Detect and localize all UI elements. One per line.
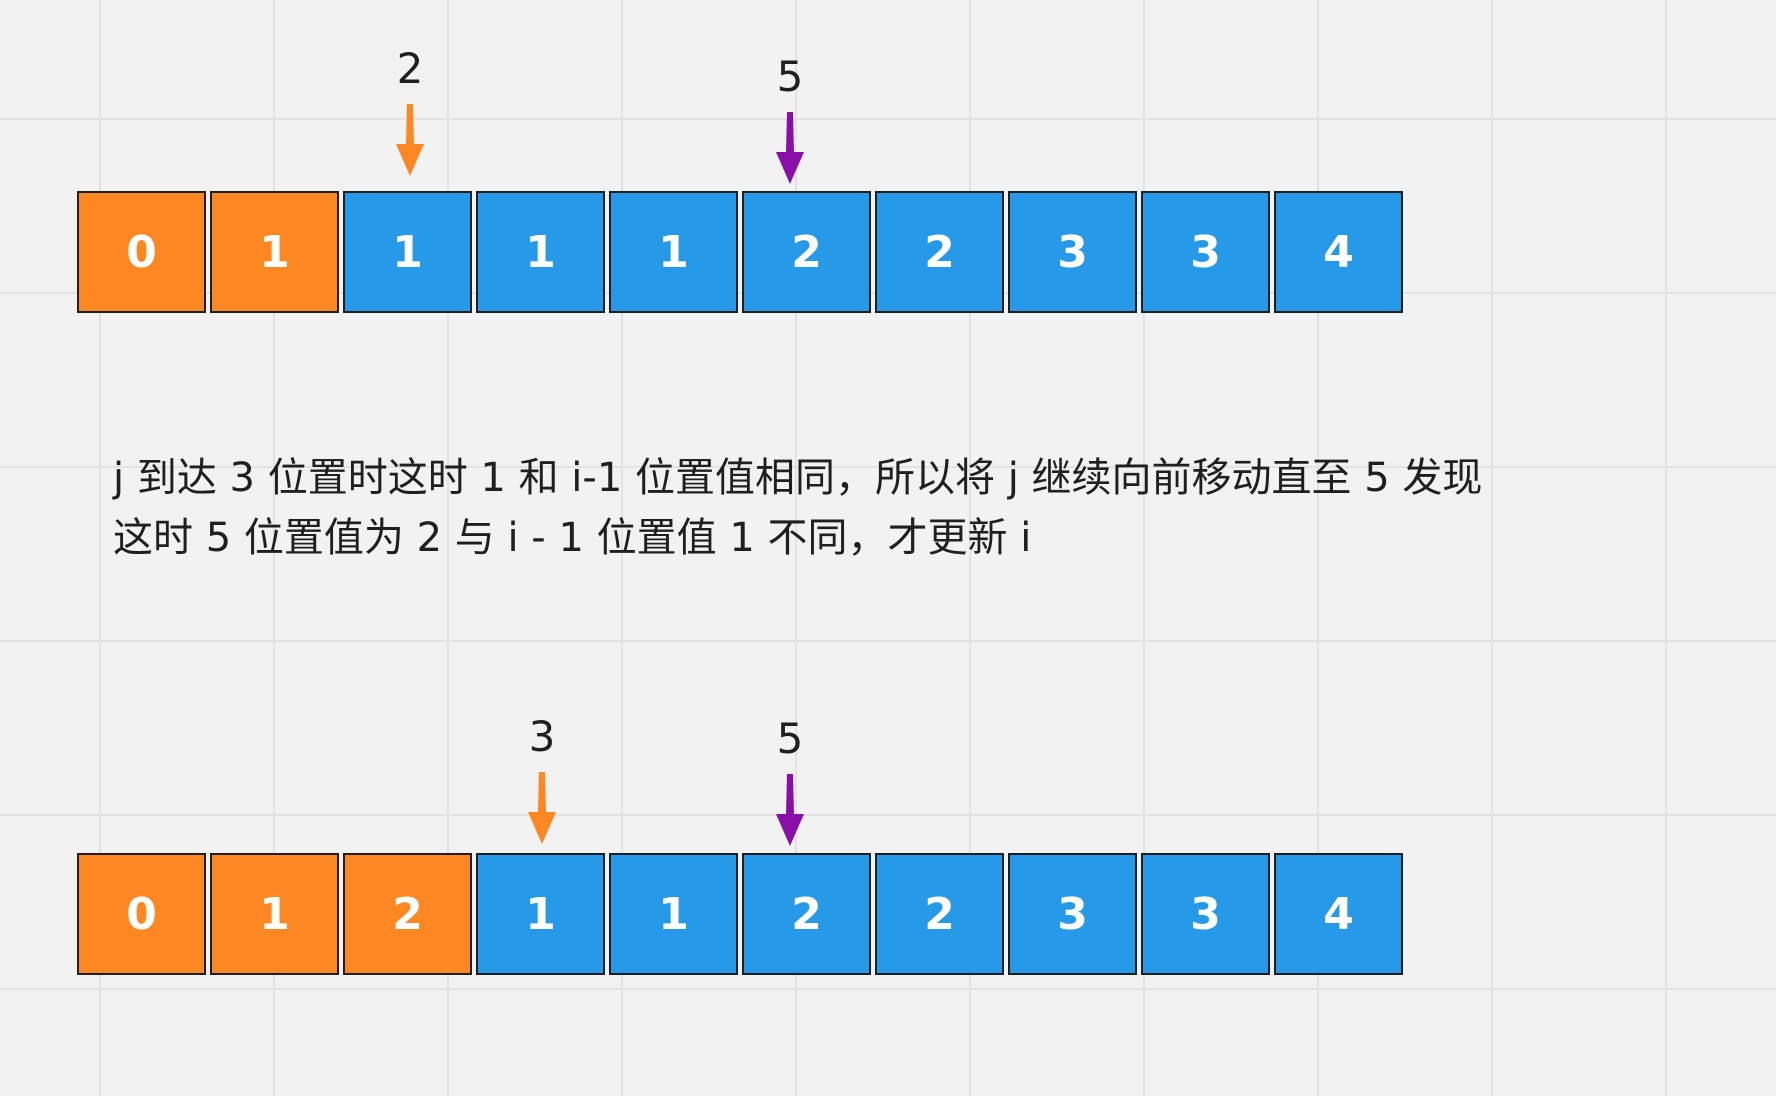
explanation-line-2: 这时 5 位置值为 2 与 i - 1 位置值 1 不同，才更新 i [113,515,1032,561]
array-cell: 2 [742,853,871,975]
array-cell: 1 [476,853,605,975]
array-cell: 1 [609,853,738,975]
arrow-down-icon [776,112,804,184]
array-cell: 3 [1141,191,1270,313]
arrow-down-icon [396,104,424,176]
array-cell: 1 [476,191,605,313]
bottom-pointer-j: 5 [750,714,830,846]
array-cell: 3 [1008,853,1137,975]
array-cell: 1 [609,191,738,313]
array-cell: 2 [343,853,472,975]
array-cell: 4 [1274,191,1403,313]
array-cell: 1 [210,853,339,975]
array-cell: 3 [1008,191,1137,313]
bottom-array: 0 1 2 1 1 2 2 3 3 4 [77,853,1407,975]
explanation-line-1: j 到达 3 位置时这时 1 和 i-1 位置值相同，所以将 j 继续向前移动直… [113,455,1483,501]
top-array: 0 1 1 1 1 2 2 3 3 4 [77,191,1407,313]
array-cell: 2 [875,853,1004,975]
array-cell: 2 [875,191,1004,313]
explanation-text: j 到达 3 位置时这时 1 和 i-1 位置值相同，所以将 j 继续向前移动直… [113,448,1482,568]
arrow-down-icon [776,774,804,846]
bottom-pointer-i-label: 3 [528,712,556,761]
array-cell: 0 [77,191,206,313]
array-cell: 1 [343,191,472,313]
top-pointer-j: 5 [750,52,830,184]
array-cell: 0 [77,853,206,975]
top-pointer-i-label: 2 [396,44,424,93]
array-cell: 2 [742,191,871,313]
array-cell: 4 [1274,853,1403,975]
top-pointer-i: 2 [370,44,450,176]
bottom-pointer-j-label: 5 [776,714,804,763]
array-cell: 3 [1141,853,1270,975]
top-pointer-j-label: 5 [776,52,804,101]
arrow-down-icon [528,772,556,844]
bottom-pointer-i: 3 [502,712,582,844]
array-cell: 1 [210,191,339,313]
